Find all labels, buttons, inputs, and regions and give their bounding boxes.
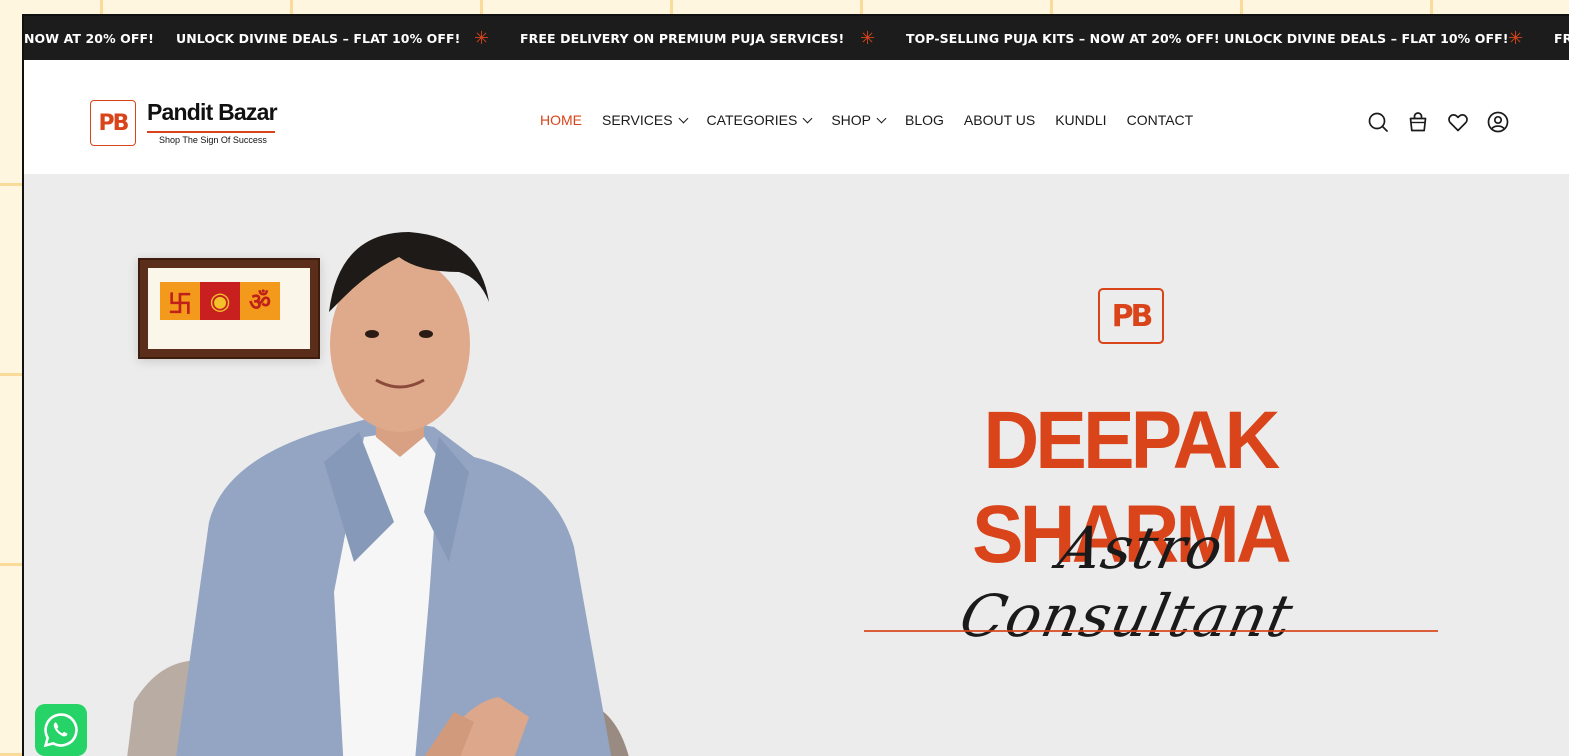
chevron-down-icon [802,113,813,123]
logo-name: Pandit Bazar [147,99,278,125]
nav-label: SERVICES [602,112,673,128]
nav-label: BLOG [905,112,944,128]
announcement-bar: NOW AT 20% OFF! UNLOCK DIVINE DEALS – FL… [24,16,1569,60]
chevron-down-icon [678,113,688,123]
announcement-text: TOP-SELLING PUJA KITS – NOW AT 20% OFF! … [906,31,1509,46]
hero-banner: 卐 ◉ ॐ PB DEEPAK SHARMA Astro Consultant [24,174,1569,756]
nav-categories[interactable]: CATEGORIES [706,112,813,128]
nav-about-us[interactable]: ABOUT US [964,112,1035,128]
nav-home[interactable]: HOME [540,112,582,128]
hero-divider [864,630,1438,632]
announcement-text: FREE DELIVERY ON PREMIUM PUJA SERVICES! [520,31,845,46]
site-header: PB Pandit Bazar Shop The Sign Of Success… [24,60,1569,174]
header-icons [1366,110,1510,134]
nav-contact[interactable]: CONTACT [1127,112,1194,128]
nav-blog[interactable]: BLOG [905,112,944,128]
nav-label: CATEGORIES [706,112,798,128]
announcement-text: NOW AT 20% OFF! [24,31,154,46]
main-nav: HOME SERVICES CATEGORIES SHOP BLOG ABOUT… [540,112,1213,128]
nav-shop[interactable]: SHOP [831,112,887,128]
account-icon[interactable] [1486,110,1510,134]
logo-mark: PB [90,100,136,146]
nav-label: SHOP [831,112,871,128]
nav-label: KUNDLI [1055,112,1107,128]
consultant-photo [127,232,629,756]
nav-label: ABOUT US [963,112,1036,128]
site-logo[interactable]: PB Pandit Bazar Shop The Sign Of Success [90,99,280,150]
announcement-text: UNLOCK DIVINE DEALS – FLAT 10% OFF! [176,31,461,46]
page-frame: NOW AT 20% OFF! UNLOCK DIVINE DEALS – FL… [22,14,1569,756]
sparkle-icon: ✳ [1508,28,1524,49]
whatsapp-button[interactable] [35,704,87,756]
logo-underline [147,131,275,133]
hero-brand-mark: PB [1098,288,1164,344]
whatsapp-icon [43,713,78,748]
cart-bag-icon[interactable] [1406,110,1430,134]
sparkle-icon: ✳ [474,28,490,49]
nav-label: CONTACT [1126,112,1194,128]
chevron-down-icon [876,113,887,123]
search-icon[interactable] [1366,110,1390,134]
nav-services[interactable]: SERVICES [602,112,688,128]
sparkle-icon: ✳ [860,28,876,49]
nav-kundli[interactable]: KUNDLI [1055,112,1106,128]
logo-tagline: Shop The Sign Of Success [159,135,267,145]
wishlist-heart-icon[interactable] [1446,110,1470,134]
nav-label: HOME [540,112,582,128]
announcement-text: FR [1554,31,1569,46]
